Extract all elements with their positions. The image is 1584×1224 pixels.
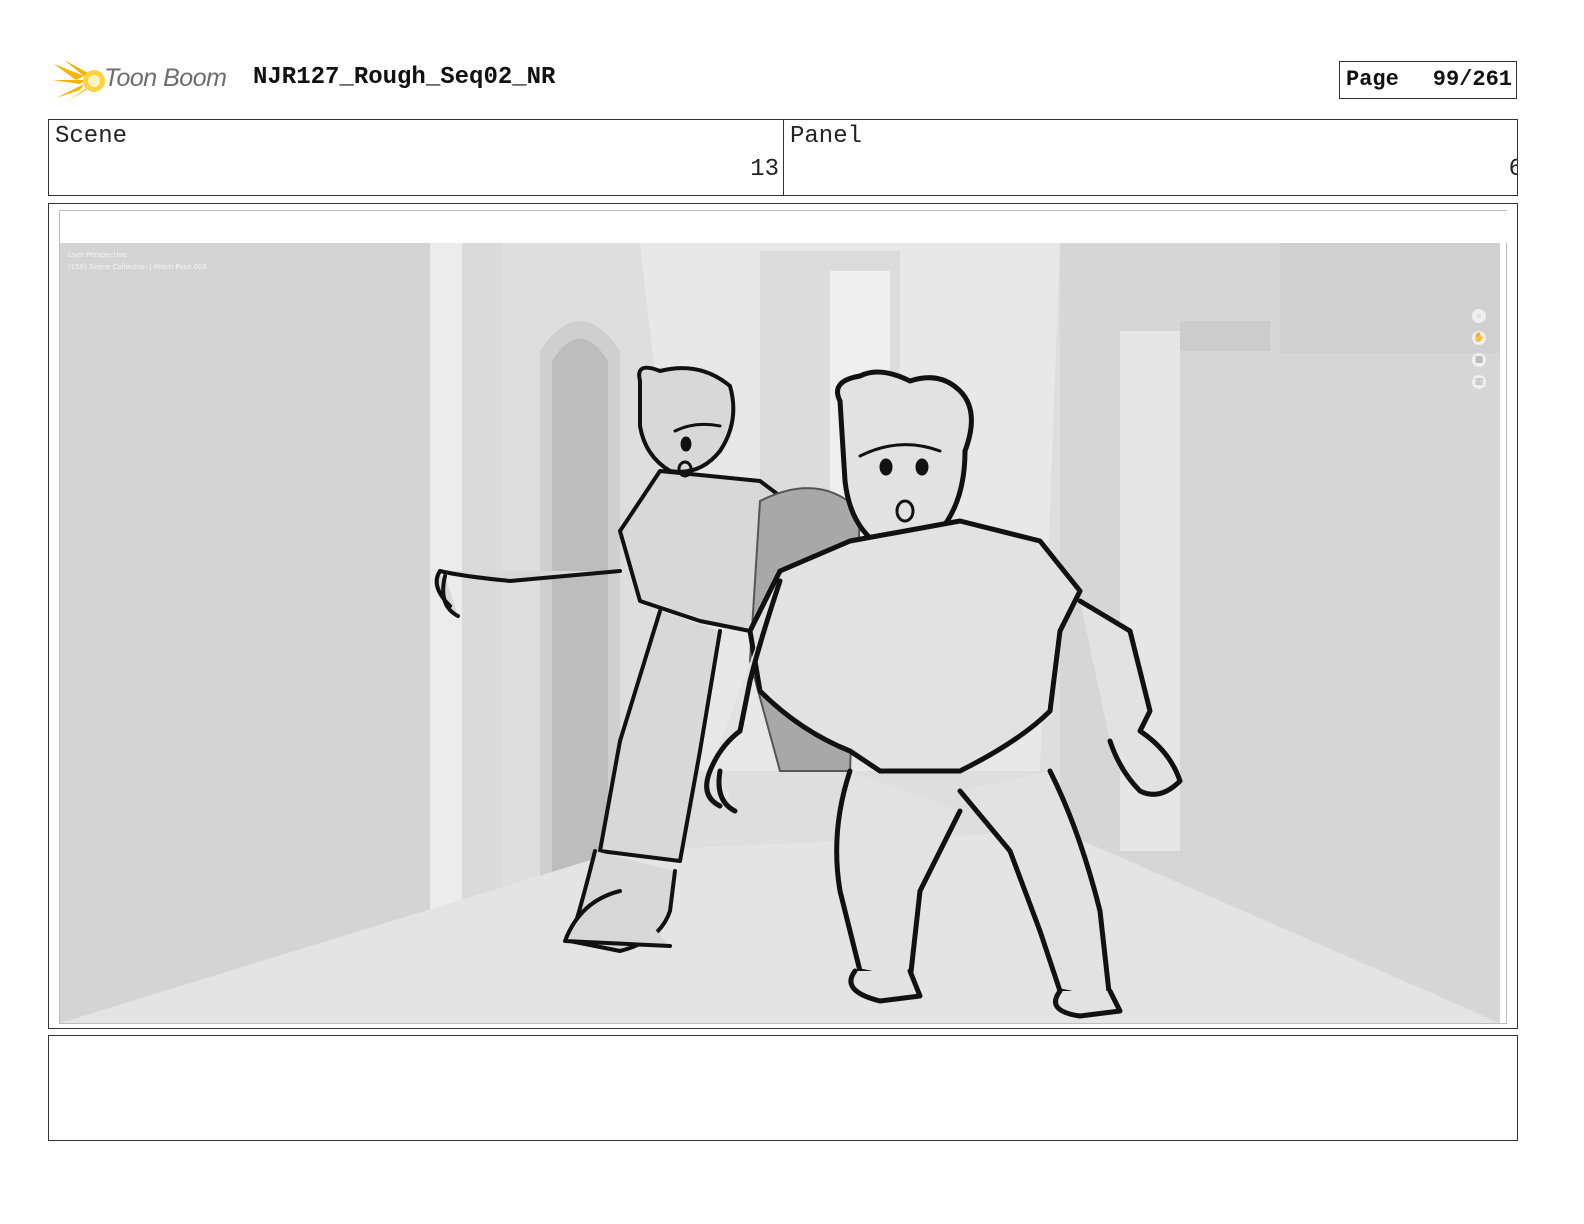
zoom-icon: ⌕ [1472,309,1486,323]
storyboard-frame: User Perspective (158) Scene Collection … [48,203,1518,1029]
panel-image: User Perspective (158) Scene Collection … [59,210,1508,1024]
scene-label: Scene [55,123,128,150]
viewport-readout: User Perspective (158) Scene Collection … [68,249,207,273]
panel-cell: Panel 6 [784,120,1517,195]
notes-box [48,1035,1518,1141]
document-title: NJR127_Rough_Seq02_NR [253,64,556,91]
logo-text: Toon Boom [104,64,227,92]
scene-cell: Scene 13 [49,120,784,195]
scene-panel-row: Scene 13 Panel 6 [48,119,1518,196]
page-indicator: Page 99/261 [1339,61,1517,99]
scene-number: 13 [750,156,779,183]
storyboard-sketch [60,211,1508,1023]
viewport-collection-label: (158) Scene Collection | Mitch Pose.008 [68,263,208,271]
page-number: 99/261 [1432,67,1512,92]
page-label: Page [1346,67,1399,92]
panel-number: 6 [1508,156,1517,183]
viewport-perspective-label: User Perspective [68,251,127,259]
grid-icon: ▦ [1472,375,1486,389]
hand-icon: ✋ [1472,331,1486,345]
panel-label: Panel [790,123,863,150]
camera-icon: ■ [1472,353,1486,367]
